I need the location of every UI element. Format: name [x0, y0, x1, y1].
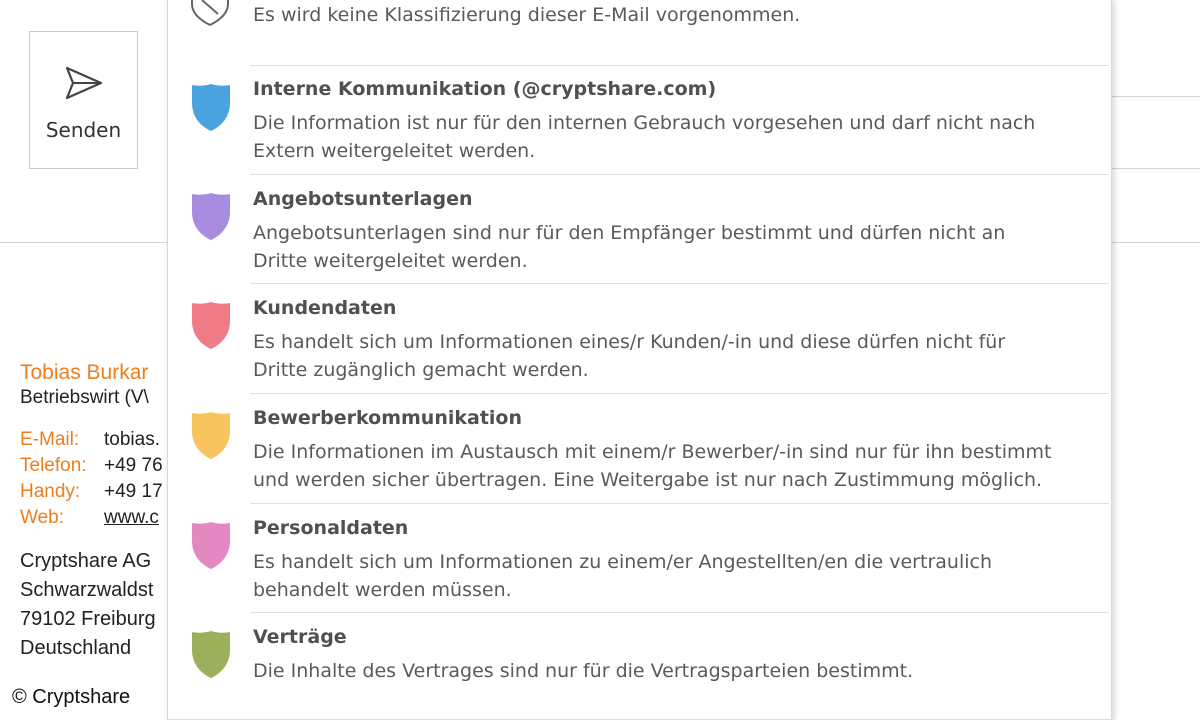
signature-address: Cryptshare AG Schwarzwaldst 79102 Freibu… — [20, 547, 163, 663]
option-title: Personaldaten — [253, 517, 409, 539]
signature-contact-row: Web: www.c — [20, 505, 163, 531]
option-title: Interne Kommunikation (@cryptshare.com) — [253, 78, 717, 100]
option-description-line: Es handelt sich um Informationen zu eine… — [253, 551, 992, 573]
email-signature: Tobias Burkar Betriebswirt (V\ E-Mail: t… — [20, 360, 163, 663]
copyright-watermark: © Cryptshare — [12, 686, 131, 708]
signature-name: Tobias Burkar — [20, 361, 149, 384]
contact-label: Web: — [20, 507, 65, 528]
option-description-line: Extern weitergeleitet werden. — [253, 140, 536, 162]
contact-label: E-Mail: — [20, 429, 80, 450]
signature-contact-row: Telefon: +49 76 — [20, 453, 163, 479]
classification-option-personaldaten[interactable]: Personaldaten Es handelt sich um Informa… — [168, 507, 1111, 613]
classification-option-vertraege[interactable]: Verträge Die Inhalte des Vertrages sind … — [168, 616, 1111, 706]
address-line: Cryptshare AG — [20, 550, 152, 572]
option-title: Kundendaten — [253, 297, 397, 319]
option-description-line: Es handelt sich um Informationen eines/r… — [253, 331, 1006, 353]
classification-option-kundendaten[interactable]: Kundendaten Es handelt sich um Informati… — [168, 287, 1111, 393]
separator — [250, 503, 1109, 504]
signature-contact-row: E-Mail: tobias. — [20, 427, 163, 453]
separator — [250, 65, 1109, 66]
contact-value: +49 17 — [104, 481, 163, 502]
send-label: Senden — [45, 118, 122, 142]
option-description-line: Dritte weitergeleitet werden. — [253, 250, 528, 272]
divider — [1112, 168, 1200, 169]
option-description-line: behandelt werden müssen. — [253, 579, 512, 601]
signature-contacts: E-Mail: tobias. Telefon: +49 76 Handy: +… — [20, 427, 163, 531]
classification-dropdown: Es wird keine Klassifizierung dieser E-M… — [167, 0, 1112, 720]
address-line: 79102 Freiburg — [20, 608, 156, 630]
address-line: Schwarzwaldst — [20, 579, 154, 601]
classification-option-angebotsunterlagen[interactable]: Angebotsunterlagen Angebotsunterlagen si… — [168, 178, 1111, 284]
signature-title: Betriebswirt (V\ — [20, 387, 149, 408]
shield-outline-icon — [191, 0, 229, 26]
separator — [250, 283, 1109, 284]
send-button[interactable]: Senden — [29, 31, 138, 169]
option-description-line: Die Informationen im Austausch mit einem… — [253, 441, 1052, 463]
separator — [250, 612, 1109, 613]
option-description-line: Die Inhalte des Vertrages sind nur für d… — [253, 660, 914, 682]
option-title: Verträge — [253, 626, 347, 648]
option-description-line: Die Information ist nur für den internen… — [253, 112, 1036, 134]
shield-icon — [192, 522, 230, 569]
option-description: Es wird keine Klassifizierung dieser E-M… — [253, 4, 801, 26]
option-description-line: und werden sicher übertragen. Eine Weite… — [253, 469, 1043, 491]
shield-icon — [192, 302, 230, 349]
classification-option-interne-kommunikation[interactable]: Interne Kommunikation (@cryptshare.com) … — [168, 68, 1111, 174]
contact-value: tobias. — [104, 429, 160, 450]
shield-icon — [192, 412, 230, 459]
contact-label: Handy: — [20, 481, 81, 502]
option-description-line: Dritte zugänglich gemacht werden. — [253, 359, 589, 381]
classification-option-none[interactable]: Es wird keine Klassifizierung dieser E-M… — [168, 0, 1111, 60]
contact-value: +49 76 — [104, 455, 163, 476]
send-icon — [65, 66, 102, 100]
option-title: Bewerberkommunikation — [253, 407, 523, 429]
shield-icon — [192, 193, 230, 240]
signature-contact-row: Handy: +49 17 — [20, 479, 163, 505]
divider — [1112, 96, 1200, 97]
address-line: Deutschland — [20, 637, 132, 659]
option-description-line: Angebotsunterlagen sind nur für den Empf… — [253, 222, 1006, 244]
website-link[interactable]: www.c — [104, 505, 159, 531]
shield-fill — [192, 84, 230, 131]
contact-label: Telefon: — [20, 455, 87, 476]
shield-icon — [192, 84, 230, 131]
option-title: Angebotsunterlagen — [253, 188, 473, 210]
shield-icon — [192, 631, 230, 678]
classification-option-bewerberkommunikation[interactable]: Bewerberkommunikation Die Informationen … — [168, 397, 1111, 503]
separator — [250, 393, 1109, 394]
separator — [250, 174, 1109, 175]
